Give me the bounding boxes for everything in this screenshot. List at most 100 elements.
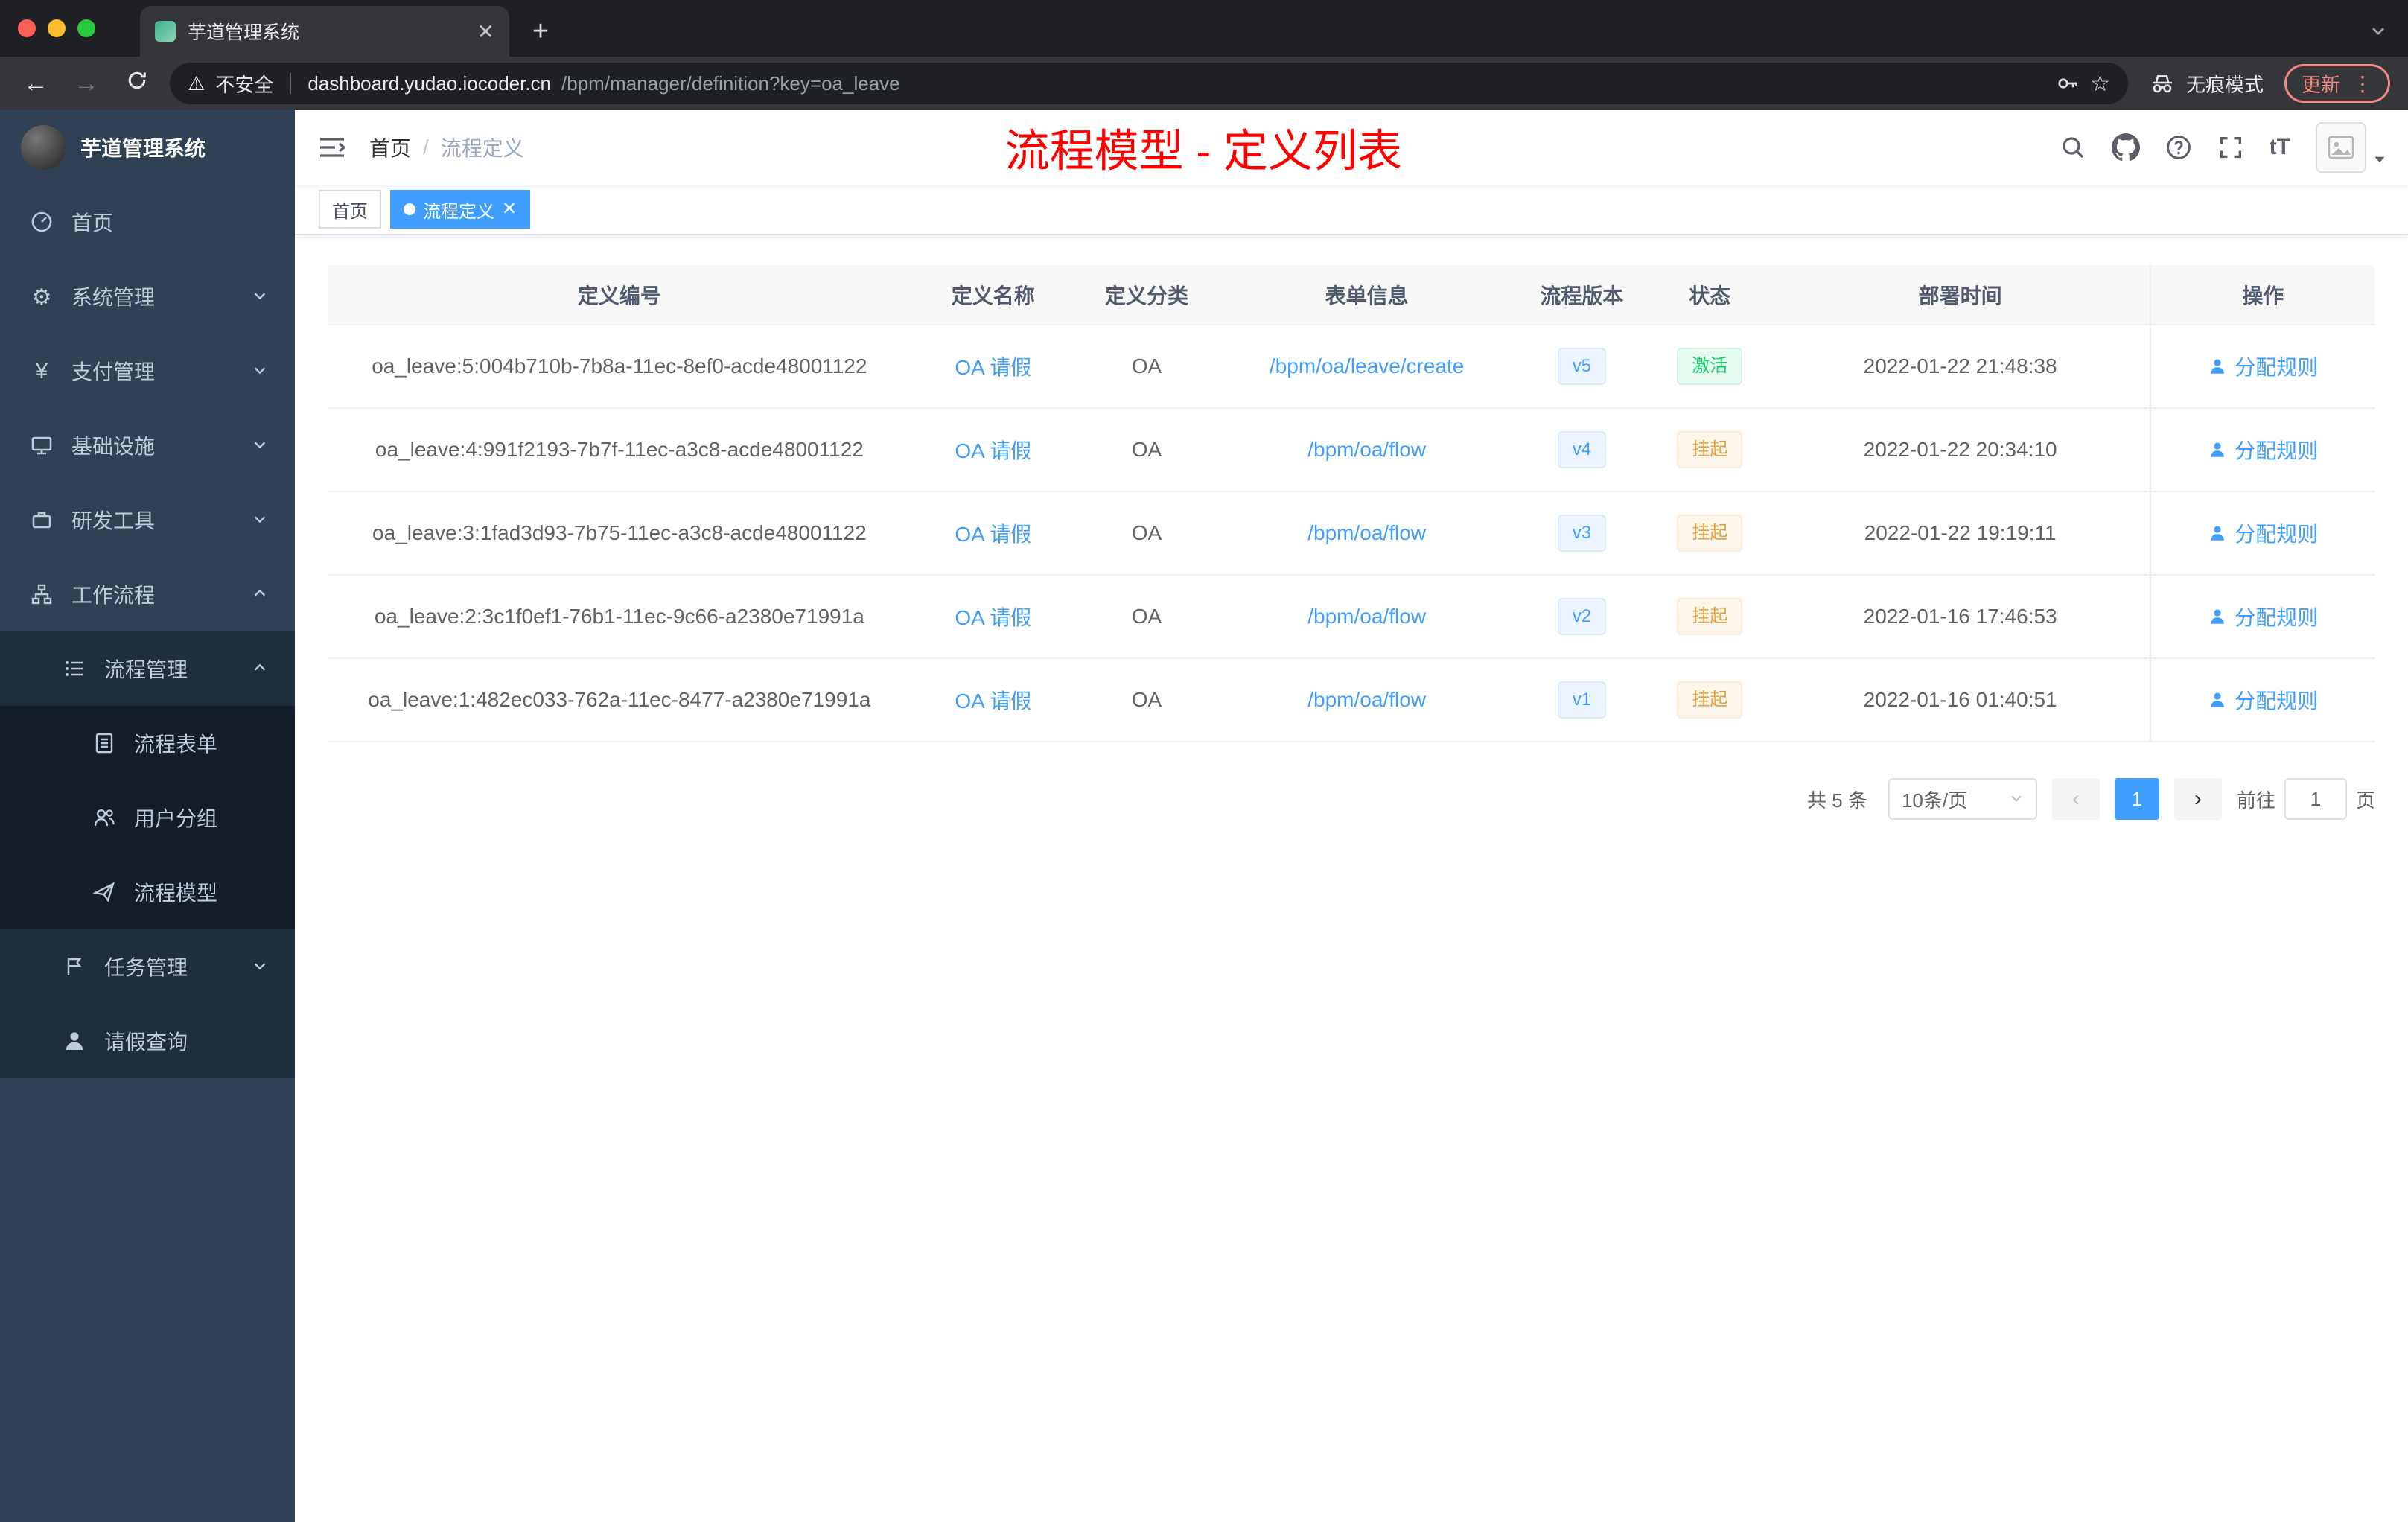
- bookmark-star-icon[interactable]: ☆: [2090, 71, 2110, 97]
- tab-close-icon[interactable]: ✕: [477, 19, 494, 44]
- browser-menu-icon[interactable]: ⋮: [2352, 71, 2373, 96]
- definition-name-link[interactable]: OA 请假: [955, 690, 1031, 713]
- window-controls: [0, 0, 113, 57]
- version-badge: v2: [1557, 598, 1607, 635]
- assign-rule-link[interactable]: 分配规则: [2208, 435, 2318, 465]
- chevron-up-icon: [252, 585, 268, 602]
- cell-definition-id: oa_leave:4:991f2193-7b7f-11ec-a3c8-acde4…: [328, 408, 911, 492]
- window-minimize-button[interactable]: [48, 19, 66, 37]
- form-link[interactable]: /bpm/oa/flow: [1307, 605, 1426, 628]
- cell-definition-id: oa_leave:2:3c1f0ef1-76b1-11ec-9c66-a2380…: [328, 575, 911, 659]
- sidebar-item-home[interactable]: 首页: [0, 185, 295, 259]
- help-icon[interactable]: [2165, 134, 2192, 161]
- chevron-down-icon: [2009, 788, 2024, 811]
- deploy-time: 2022-01-16 01:40:51: [1863, 688, 2057, 711]
- form-link[interactable]: /bpm/oa/flow: [1307, 688, 1426, 711]
- tag-close-icon[interactable]: ✕: [502, 200, 517, 218]
- tab-search-chevron-icon[interactable]: [2369, 18, 2387, 45]
- version-badge: v5: [1557, 348, 1607, 385]
- cell-process-version: v4: [1515, 408, 1649, 492]
- definition-name-link[interactable]: OA 请假: [955, 356, 1031, 379]
- sidebar-item-user-group[interactable]: 用户分组: [0, 780, 295, 855]
- assign-rule-link[interactable]: 分配规则: [2208, 351, 2318, 381]
- cell-deploy-time: 2022-01-22 20:34:10: [1771, 408, 2150, 492]
- sidebar-item-label: 用户分组: [134, 807, 218, 830]
- cell-definition-category: OA: [1074, 408, 1219, 492]
- definition-name-link[interactable]: OA 请假: [955, 439, 1031, 462]
- assign-rule-link[interactable]: 分配规则: [2208, 685, 2318, 715]
- window-zoom-button[interactable]: [77, 19, 95, 37]
- security-label: 不安全: [215, 73, 274, 96]
- sidebar-item-payment[interactable]: ¥ 支付管理: [0, 334, 295, 408]
- definition-name-link[interactable]: OA 请假: [955, 523, 1031, 546]
- browser-tab[interactable]: 芋道管理系统 ✕: [140, 6, 509, 57]
- page-size-select[interactable]: 10条/页: [1888, 778, 2037, 820]
- sidebar-item-process-management[interactable]: 流程管理: [0, 631, 295, 706]
- col-definition-category: 定义分类: [1074, 265, 1219, 325]
- new-tab-button[interactable]: +: [518, 9, 563, 54]
- browser-tabstrip: 芋道管理系统 ✕ +: [0, 0, 2408, 57]
- page-unit-label: 页: [2355, 789, 2375, 812]
- assign-rule-link[interactable]: 分配规则: [2208, 518, 2318, 548]
- tab-title: 芋道管理系统: [188, 22, 300, 43]
- cell-definition-category: OA: [1074, 325, 1219, 409]
- sidebar-item-leave-query[interactable]: 请假查询: [0, 1004, 295, 1078]
- table-row: oa_leave:5:004b710b-7b8a-11ec-8ef0-acde4…: [328, 325, 2375, 409]
- form-link[interactable]: /bpm/oa/flow: [1307, 438, 1426, 461]
- table-row: oa_leave:2:3c1f0ef1-76b1-11ec-9c66-a2380…: [328, 575, 2375, 659]
- yen-icon: ¥: [35, 359, 48, 383]
- sidebar-item-task-management[interactable]: 任务管理: [0, 929, 295, 1004]
- person-icon: [2211, 526, 2225, 541]
- chrome-update-button[interactable]: 更新 ⋮: [2284, 64, 2390, 103]
- sidebar-item-process-form[interactable]: 流程表单: [0, 706, 295, 780]
- breadcrumb-current: 流程定义: [440, 137, 524, 160]
- sidebar-item-label: 请假查询: [104, 1031, 188, 1054]
- deploy-time: 2022-01-22 19:19:11: [1864, 521, 2057, 544]
- form-link[interactable]: /bpm/oa/flow: [1307, 521, 1426, 544]
- window-close-button[interactable]: [18, 19, 36, 37]
- logo-title: 芋道管理系统: [80, 137, 206, 160]
- user-avatar-dropdown[interactable]: [2316, 122, 2387, 173]
- goto-page-input[interactable]: [2284, 778, 2347, 820]
- password-key-icon[interactable]: [2056, 71, 2080, 95]
- avatar: [2316, 122, 2366, 173]
- cell-form-info: /bpm/oa/flow: [1218, 408, 1515, 492]
- col-definition-id: 定义编号: [328, 265, 911, 325]
- cell-deploy-time: 2022-01-22 19:19:11: [1771, 491, 2150, 576]
- form-link[interactable]: /bpm/oa/leave/create: [1270, 354, 1465, 378]
- font-size-icon[interactable]: tT: [2270, 135, 2290, 160]
- forward-icon[interactable]: →: [69, 69, 104, 98]
- breadcrumb-separator: /: [423, 136, 429, 159]
- prev-page-button[interactable]: ‹: [2051, 778, 2100, 820]
- cell-definition-id: oa_leave:1:482ec033-762a-11ec-8477-a2380…: [328, 658, 911, 742]
- sidebar-item-dev-tools[interactable]: 研发工具: [0, 483, 295, 557]
- assign-rule-link[interactable]: 分配规则: [2208, 602, 2318, 631]
- tag-home[interactable]: 首页: [319, 190, 381, 229]
- next-page-button[interactable]: ›: [2173, 778, 2222, 820]
- cell-definition-name: OA 请假: [911, 408, 1075, 492]
- reload-icon[interactable]: [119, 69, 155, 98]
- sidebar-item-workflow[interactable]: 工作流程: [0, 557, 295, 631]
- breadcrumb-home[interactable]: 首页: [369, 133, 411, 162]
- sidebar-logo[interactable]: 芋道管理系统: [0, 110, 295, 185]
- flag-icon: [63, 955, 86, 978]
- sidebar-toggle-hamburger-icon[interactable]: [295, 136, 369, 159]
- cell-definition-category: OA: [1074, 491, 1219, 576]
- fullscreen-icon[interactable]: [2217, 134, 2244, 161]
- back-icon[interactable]: ←: [18, 69, 54, 98]
- tag-process-definition[interactable]: 流程定义 ✕: [390, 190, 531, 229]
- sidebar-item-infrastructure[interactable]: 基础设施: [0, 408, 295, 483]
- table-row: oa_leave:1:482ec033-762a-11ec-8477-a2380…: [328, 658, 2375, 742]
- incognito-badge: 无痕模式: [2143, 70, 2270, 98]
- address-bar[interactable]: ⚠ 不安全 dashboard.yudao.iocoder.cn/bpm/man…: [170, 63, 2128, 104]
- sidebar-item-label: 首页: [71, 211, 114, 235]
- status-badge: 挂起: [1677, 431, 1743, 468]
- version-badge: v4: [1557, 431, 1607, 468]
- sidebar-item-system[interactable]: ⚙ 系统管理: [0, 259, 295, 334]
- definition-name-link[interactable]: OA 请假: [955, 606, 1031, 629]
- search-icon[interactable]: [2060, 134, 2086, 161]
- page-number-1[interactable]: 1: [2114, 778, 2159, 820]
- sidebar-item-process-model[interactable]: 流程模型: [0, 855, 295, 929]
- col-process-version: 流程版本: [1515, 265, 1649, 325]
- github-icon[interactable]: [2111, 133, 2140, 162]
